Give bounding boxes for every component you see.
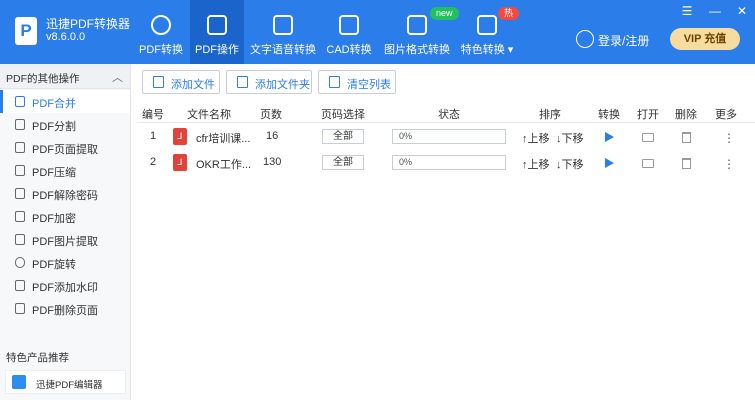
star-icon: [477, 15, 497, 35]
rotate-icon: [15, 257, 25, 268]
app-title: 迅捷PDF转换器: [46, 17, 131, 31]
sidebar-item-delete-pages[interactable]: PDF删除页面: [0, 297, 130, 320]
sidebar-item-extract-pages[interactable]: PDF页面提取: [0, 136, 130, 159]
gear-icon: [207, 15, 227, 35]
nav-text-speech[interactable]: 文字语音转换: [250, 0, 316, 64]
move-up-button[interactable]: ↑上移: [522, 130, 550, 146]
header-status: 状态: [438, 109, 460, 121]
trash-icon[interactable]: [682, 132, 691, 143]
row-index: 1: [150, 130, 157, 142]
shield-icon: [15, 211, 25, 222]
featured-product-pdf-editor[interactable]: 迅捷PDF编辑器: [5, 370, 126, 394]
header-delete: 删除: [675, 109, 697, 121]
pdf-editor-icon: [12, 375, 26, 389]
header-more: 更多: [715, 109, 737, 121]
sidebar-item-extract-images[interactable]: PDF图片提取: [0, 228, 130, 251]
add-file-icon: [153, 76, 164, 88]
sidebar-item-watermark[interactable]: PDF添加水印: [0, 274, 130, 297]
pdf-file-icon: ⅃: [173, 128, 187, 145]
close-icon[interactable]: ✕: [735, 4, 749, 18]
nav-cad-convert[interactable]: CAD转换: [324, 0, 374, 64]
folder-icon[interactable]: [642, 159, 654, 168]
row-index: 2: [150, 156, 157, 168]
sidebar-item-compress[interactable]: PDF压缩: [0, 159, 130, 182]
menu-icon[interactable]: ☰: [680, 4, 694, 18]
play-icon[interactable]: [605, 158, 614, 168]
play-icon[interactable]: [605, 132, 614, 142]
move-down-button[interactable]: ↓下移: [556, 156, 584, 172]
sidebar-item-split[interactable]: PDF分割: [0, 113, 130, 136]
compress-icon: [15, 165, 25, 176]
progress-bar: 0%: [392, 129, 506, 144]
delete-page-icon: [15, 303, 25, 314]
merge-icon: [15, 96, 25, 107]
hot-badge: 热: [498, 7, 520, 20]
header-open: 打开: [637, 109, 659, 121]
unlock-icon: [15, 188, 25, 199]
audio-wave-icon: [273, 15, 293, 35]
page-range-select[interactable]: 全部: [322, 129, 364, 144]
split-icon: [15, 119, 25, 130]
header-convert: 转换: [598, 109, 620, 121]
table-header: 编号 文件名称 页数 页码选择 状态 排序 转换 打开 删除 更多: [138, 103, 755, 123]
progress-text: 0%: [399, 131, 413, 141]
more-icon[interactable]: ⋮: [723, 158, 735, 170]
progress-text: 0%: [399, 157, 413, 167]
collapse-icon[interactable]: ︿: [112, 69, 123, 85]
more-icon[interactable]: ⋮: [723, 132, 735, 144]
sidebar-item-remove-password[interactable]: PDF解除密码: [0, 182, 130, 205]
sidebar-header[interactable]: PDF的其他操作 ︿: [0, 64, 130, 89]
folder-icon[interactable]: [642, 133, 654, 142]
header-sort: 排序: [539, 109, 561, 121]
minimize-icon[interactable]: —: [708, 4, 722, 18]
featured-products-title: 特色产品推荐: [6, 352, 69, 364]
pdf-file-icon: ⅃: [173, 154, 187, 171]
add-folder-button[interactable]: 添加文件夹: [226, 70, 312, 94]
convert-icon: [151, 15, 171, 35]
nav-image-format[interactable]: 图片格式转换 new: [382, 0, 459, 64]
sidebar-item-encrypt[interactable]: PDF加密: [0, 205, 130, 228]
move-up-button[interactable]: ↑上移: [522, 156, 550, 172]
add-file-button[interactable]: 添加文件: [142, 70, 220, 94]
header-page-range: 页码选择: [321, 109, 365, 121]
image-icon: [15, 234, 25, 245]
page-range-select[interactable]: 全部: [322, 155, 364, 170]
clear-list-icon: [329, 76, 340, 88]
header-pages: 页数: [260, 109, 282, 121]
nav-pdf-operate[interactable]: PDF操作: [190, 0, 244, 64]
file-name: cfr培训课...: [196, 133, 251, 145]
app-header: P 迅捷PDF转换器 v8.6.0.0 ☰ — ✕ PDF转换 PDF操作 文字…: [0, 0, 755, 64]
new-badge: new: [430, 7, 459, 20]
vip-recharge-button[interactable]: VIP 充值: [670, 28, 740, 50]
page-count: 130: [263, 156, 282, 168]
download-box-icon: [339, 15, 359, 35]
nav-special-convert[interactable]: 特色转换 ▾ 热: [458, 0, 520, 64]
nav-pdf-convert[interactable]: PDF转换: [136, 0, 186, 64]
file-name: OKR工作...: [196, 159, 252, 171]
page-extract-icon: [15, 142, 25, 153]
user-icon[interactable]: [576, 30, 594, 48]
table-row[interactable]: 1 ⅃ cfr培训课... 16 全部 0% ↑上移 ↓下移 ⋮: [138, 124, 755, 150]
image-icon: [407, 15, 427, 35]
login-register-link[interactable]: 登录/注册: [598, 32, 649, 49]
app-version: v8.6.0.0: [46, 31, 86, 43]
header-index: 编号: [142, 109, 164, 121]
header-filename: 文件名称: [187, 109, 231, 121]
move-down-button[interactable]: ↓下移: [556, 130, 584, 146]
progress-bar: 0%: [392, 155, 506, 170]
sidebar: PDF的其他操作 ︿ PDF合并 PDF分割 PDF页面提取 PDF压缩 PDF…: [0, 64, 131, 400]
trash-icon[interactable]: [682, 158, 691, 169]
page-count: 16: [266, 130, 279, 142]
table-row[interactable]: 2 ⅃ OKR工作... 130 全部 0% ↑上移 ↓下移 ⋮: [138, 150, 755, 176]
app-logo: P: [15, 17, 37, 45]
watermark-icon: [15, 280, 25, 291]
add-folder-icon: [237, 76, 248, 88]
sidebar-item-rotate[interactable]: PDF旋转: [0, 251, 130, 274]
sidebar-item-merge[interactable]: PDF合并: [0, 90, 130, 113]
clear-list-button[interactable]: 清空列表: [318, 70, 396, 94]
